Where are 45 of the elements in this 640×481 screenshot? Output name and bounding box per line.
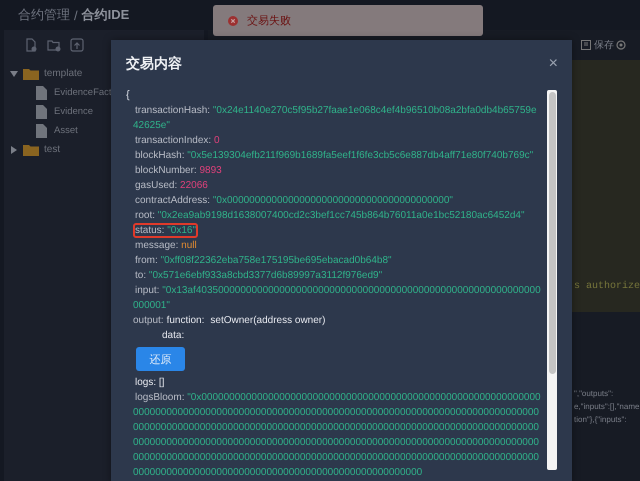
json-field: contractAddress: "0x0000000000000000000000000000000000000000": [133, 193, 455, 208]
document-icon: [581, 40, 591, 50]
json-field: status: "0x16": [133, 223, 198, 238]
output-text: ","outputs":: [574, 388, 614, 400]
field-label: function:: [166, 315, 204, 326]
folder-icon: [23, 68, 39, 80]
close-button[interactable]: ×: [548, 56, 558, 72]
json-field: message: null: [133, 238, 199, 253]
breadcrumb-item[interactable]: 合约管理: [18, 6, 70, 24]
file-plus-icon[interactable]: [24, 38, 38, 52]
field-label: data:: [162, 330, 184, 341]
scrollbar[interactable]: [547, 90, 557, 470]
field-key: output:: [133, 315, 164, 326]
json-brace: {: [126, 88, 131, 103]
json-field: input: "0x13af40350000000000000000000000000000000000000000000000000000000000000001": [133, 283, 541, 313]
dialog-title: 交易内容: [126, 55, 182, 73]
json-field: transactionIndex: 0: [133, 133, 222, 148]
upload-icon[interactable]: [70, 38, 84, 52]
folder-icon: [23, 144, 39, 156]
breadcrumb-item: 合约IDE: [82, 6, 130, 24]
json-field: blockHash: "0x5e139304efb211f969b1689fa5eef1f6fe3cb5c6e887db4aff71e80f740b769c": [133, 148, 536, 163]
json-field: from: "0xff08f22362eba758e175195be695ebacad0b64b8": [133, 253, 394, 268]
restore-button[interactable]: 还原: [136, 347, 185, 371]
toast-message: 交易失败: [247, 14, 291, 28]
file-icon: [36, 104, 47, 118]
json-field: logsBloom: "0x000000000000000000000000000000000000000000000000000000000000000000000000000000000000000000000000000000000000000000000000000000000000000000000000000000000000000000000000000000000000000000000000000000000000000000000000000000000000000000000000000000000000000000000000000000000000000000000000000000000000000000000000000000000000000000000000000000000000000000000000000000000000000000000000000000000000000000000: [133, 390, 541, 480]
folder-plus-icon[interactable]: [47, 38, 61, 52]
caret-icon[interactable]: [10, 146, 18, 154]
file-icon: [36, 86, 47, 100]
output-text: e,"inputs":[],"name: [574, 401, 640, 413]
error-icon: [228, 16, 238, 26]
caret-icon[interactable]: [10, 70, 18, 78]
json-field: gasUsed: 22066: [133, 178, 210, 193]
gear-icon[interactable]: [616, 40, 626, 50]
file-icon: [36, 124, 47, 138]
breadcrumb-separator: /: [74, 8, 78, 22]
json-field: root: "0x2ea9ab9198d1638007400cd2c3bef1cc745b864b76011a0e1bc52180ac6452d4": [133, 208, 527, 223]
function-signature: setOwner(address owner): [210, 315, 326, 326]
output-text: tion"},{"inputs":: [574, 414, 628, 426]
code-line: s authorize: [574, 281, 640, 292]
json-field: logs: []: [133, 375, 166, 390]
toolbar-button[interactable]: 保存: [581, 38, 614, 52]
json-field: to: "0x571e6ebf933a8cbd3377d6b89997a3112f976ed9": [133, 268, 384, 283]
json-field: blockNumber: 9893: [133, 163, 224, 178]
json-field: transactionHash: "0x24e1140e270c5f95b27faae1e068c4ef4b96510b08a2bfa0db4b65759e42625e": [133, 103, 537, 133]
